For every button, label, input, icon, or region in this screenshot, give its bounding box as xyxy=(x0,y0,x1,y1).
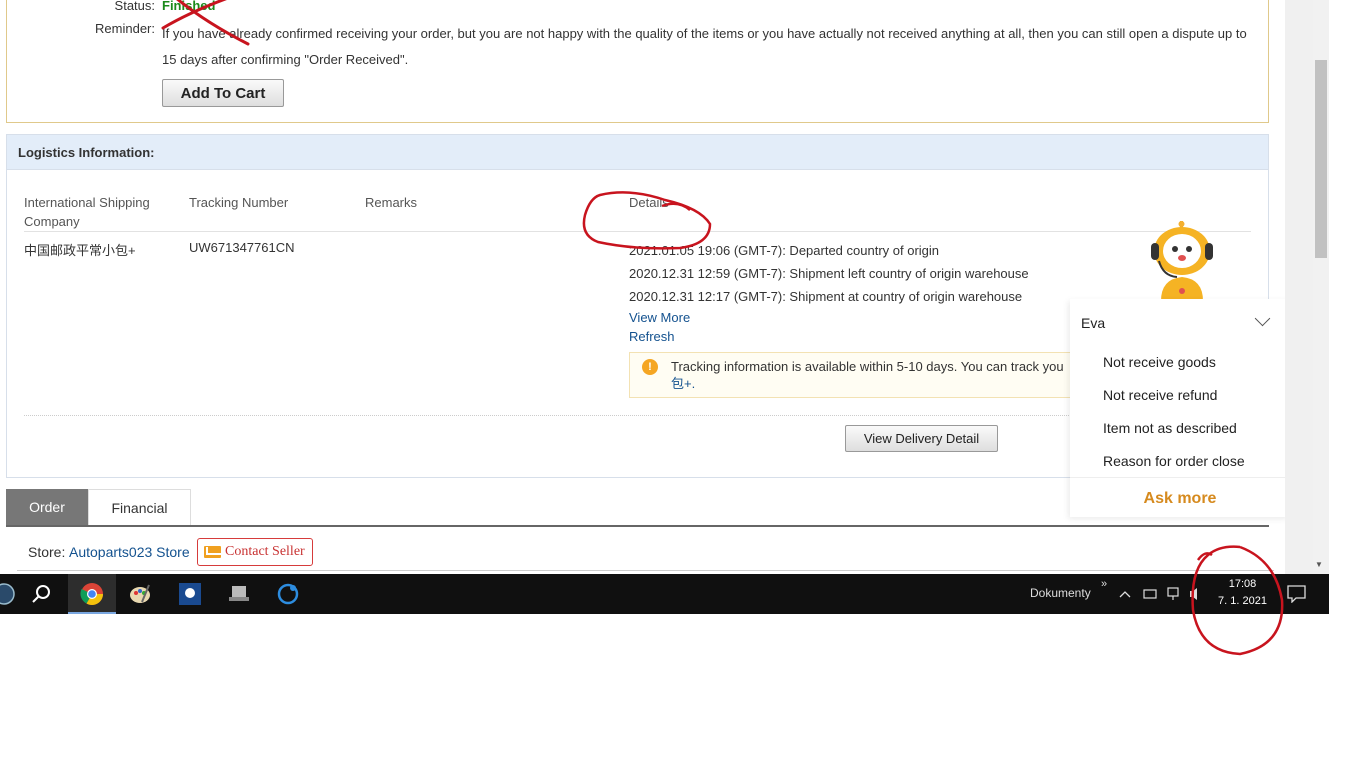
column-header-details: Details xyxy=(629,195,669,210)
logistics-title: Logistics Information: xyxy=(7,135,1268,170)
tracking-event: 2020.12.31 12:59 (GMT-7): Shipment left … xyxy=(629,266,1029,281)
contact-seller-button[interactable]: Contact Seller xyxy=(197,538,313,566)
reminder-label: Reminder: xyxy=(95,21,155,36)
notification-center-icon[interactable] xyxy=(1287,585,1306,603)
status-label: Status: xyxy=(114,0,155,13)
chat-option[interactable]: Not receive goods xyxy=(1103,354,1216,370)
clock-date[interactable]: 7. 1. 2021 xyxy=(1210,595,1275,607)
tab-order[interactable]: Order xyxy=(6,489,88,526)
chevron-down-icon[interactable] xyxy=(1254,310,1271,327)
search-icon[interactable] xyxy=(29,582,53,606)
column-header-company: International Shipping Company xyxy=(24,195,150,229)
chrome-icon[interactable] xyxy=(80,582,104,606)
refresh-link[interactable]: Refresh xyxy=(629,329,675,344)
windows-taskbar: Dokumenty » 17:08 7. 1. 2021 xyxy=(0,574,1329,614)
robot-assistant-icon[interactable] xyxy=(1147,221,1217,301)
mail-icon xyxy=(204,546,221,558)
browser-viewport: Status: Finished Reminder: If you have a… xyxy=(0,0,1329,614)
tab-financial[interactable]: Financial xyxy=(88,489,191,526)
ask-more-button[interactable]: Ask more xyxy=(1070,477,1290,508)
divider xyxy=(17,570,1274,571)
order-detail-page: Status: Finished Reminder: If you have a… xyxy=(0,0,1290,574)
tip-line: Tracking information is available within… xyxy=(671,359,1064,374)
store-link[interactable]: Autoparts023 Store xyxy=(69,544,190,560)
contact-seller-label: Contact Seller xyxy=(225,544,305,559)
system-tray-icons[interactable] xyxy=(1118,586,1208,602)
windows-start-icon[interactable] xyxy=(0,582,16,606)
tip-line-link[interactable]: 包+. xyxy=(671,375,1073,392)
status-value: Finished xyxy=(162,0,216,13)
store-label: Store: xyxy=(28,544,66,560)
reminder-text: If you have already confirmed receiving … xyxy=(162,26,1247,67)
chat-option[interactable]: Reason for order close xyxy=(1103,453,1245,469)
tracking-tip: Tracking information is available within… xyxy=(629,352,1074,398)
shipping-company: 中国邮政平常小包+ xyxy=(24,243,136,258)
app-icon[interactable] xyxy=(178,582,202,606)
column-header-tracking: Tracking Number xyxy=(189,195,289,210)
scroll-down-arrow-icon[interactable]: ▼ xyxy=(1315,560,1323,569)
tip-text: Tracking information is available within… xyxy=(671,358,1073,392)
taskbar-toolbar-folder[interactable]: Dokumenty xyxy=(1030,586,1091,600)
tab-underline xyxy=(6,525,1269,527)
tracking-event: 2020.12.31 12:17 (GMT-7): Shipment at co… xyxy=(629,289,1023,304)
view-more-link[interactable]: View More xyxy=(629,310,690,325)
lightbulb-icon xyxy=(642,359,658,375)
toolbar-expand-icon[interactable]: » xyxy=(1101,578,1107,590)
add-to-cart-button[interactable]: Add To Cart xyxy=(162,79,284,107)
tracking-event: 2021.01.05 19:06 (GMT-7): Departed count… xyxy=(629,243,940,258)
chat-option[interactable]: Not receive refund xyxy=(1103,387,1217,403)
tracking-number: UW671347761CN xyxy=(189,240,295,255)
clock-time[interactable]: 17:08 xyxy=(1220,578,1265,590)
page-scrollbar: ▼ xyxy=(1285,0,1329,574)
order-status-box: Status: Finished Reminder: If you have a… xyxy=(6,0,1269,123)
chat-agent-name: Eva xyxy=(1081,315,1106,331)
refresh-app-icon[interactable] xyxy=(276,582,300,606)
scroll-thumb[interactable] xyxy=(1315,60,1327,258)
chat-option[interactable]: Item not as described xyxy=(1103,420,1237,436)
view-delivery-detail-button[interactable]: View Delivery Detail xyxy=(845,425,998,452)
paint-icon[interactable] xyxy=(128,582,152,606)
divider xyxy=(24,415,1251,416)
column-header-remarks: Remarks xyxy=(365,195,418,210)
chat-assistant-panel: Eva Not receive goods Not receive refund… xyxy=(1070,299,1290,517)
laptop-icon[interactable] xyxy=(227,582,251,606)
table-divider xyxy=(24,231,1251,232)
